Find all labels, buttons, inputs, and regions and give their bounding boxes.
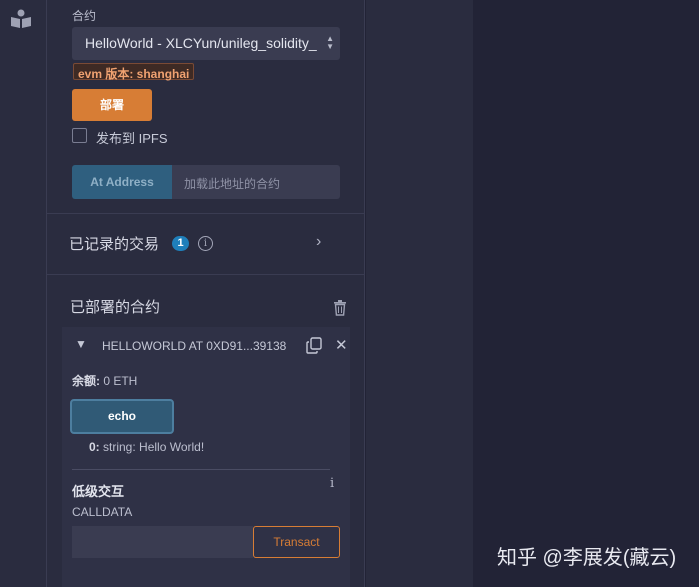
balance-value: 0 ETH <box>103 374 138 388</box>
editor-area-right <box>473 0 699 587</box>
output-index: 0: <box>89 440 100 454</box>
instance-title[interactable]: HELLOWORLD AT 0XD91...39138 <box>102 339 286 353</box>
book-icon[interactable] <box>10 9 32 29</box>
function-output: 0: string: Hello World! <box>89 440 204 454</box>
publish-ipfs-checkbox[interactable] <box>72 128 87 143</box>
close-icon[interactable]: ✕ <box>335 336 348 354</box>
at-address-input[interactable]: 加载此地址的合约 <box>172 165 340 199</box>
low-level-interactions-title: 低级交互 <box>72 484 125 499</box>
instance-divider <box>72 469 330 470</box>
transactions-count-badge: 1 <box>172 236 189 251</box>
at-address-button[interactable]: At Address <box>72 165 172 199</box>
output-value: string: Hello World! <box>103 440 205 454</box>
chevron-right-icon[interactable]: › <box>316 233 321 251</box>
deployed-contracts-title: 已部署的合约 <box>70 299 161 316</box>
echo-function-button[interactable]: echo <box>70 399 174 434</box>
editor-area <box>366 0 473 587</box>
watermark: 知乎 @李展发(藏云) <box>497 547 677 569</box>
info-icon[interactable]: i <box>198 236 213 251</box>
select-arrows-icon: ▲ ▼ <box>326 34 334 51</box>
chevron-down-icon[interactable]: ▼ <box>75 337 87 351</box>
section-divider <box>47 213 365 214</box>
evm-version-badge: evm 版本: shanghai <box>73 63 195 81</box>
trash-icon[interactable] <box>333 300 347 316</box>
section-divider <box>47 274 365 275</box>
calldata-label: CALLDATA <box>72 505 133 519</box>
low-level-info-icon[interactable]: i <box>330 476 334 491</box>
deploy-button[interactable]: 部署 <box>72 89 152 121</box>
publish-ipfs-label: 发布到 IPFS <box>96 131 168 146</box>
contract-select-value: HelloWorld - XLCYun/unileg_solidity_ <box>85 35 317 51</box>
balance: 余额: 0 ETH <box>72 372 137 389</box>
calldata-input[interactable] <box>72 526 253 558</box>
transact-button[interactable]: Transact <box>253 526 340 558</box>
contract-label: 合约 <box>72 9 97 23</box>
contract-select[interactable]: HelloWorld - XLCYun/unileg_solidity_ ▲ ▼ <box>72 27 340 60</box>
balance-label: 余额: <box>72 374 100 388</box>
copy-icon[interactable] <box>306 337 322 354</box>
recorded-transactions-title[interactable]: 已记录的交易 <box>69 233 159 254</box>
icon-sidebar <box>0 0 47 587</box>
